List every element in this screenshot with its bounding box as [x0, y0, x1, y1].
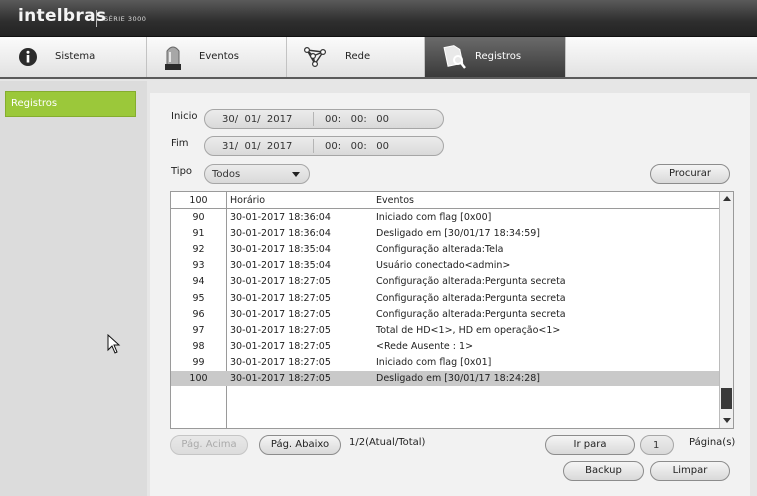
header-events[interactable]: Eventos	[376, 195, 414, 206]
end-label: Fim	[171, 138, 189, 149]
header-divider	[171, 208, 720, 209]
search-document-icon	[443, 45, 466, 69]
log-table: 100 Horário Eventos 90 30-01-2017 18:36:0…	[170, 191, 734, 429]
header-count: 100	[189, 195, 208, 206]
row-number: 94	[192, 276, 205, 288]
page-number-value: 1	[653, 440, 660, 451]
tab-eventos-label: Eventos	[199, 51, 239, 62]
row-event: Usuário conectado<admin>	[376, 260, 511, 272]
row-event: Desligado em [30/01/17 18:34:59]	[376, 228, 540, 240]
row-event: Configuração alterada:Pergunta secreta	[376, 276, 566, 288]
end-datetime-field[interactable]: 31/ 01/ 2017 00: 00: 00	[204, 136, 444, 156]
table-row[interactable]: 98 30-01-2017 18:27:05 <Rede Ausente : 1>	[171, 339, 720, 354]
tab-rede[interactable]: Rede	[287, 37, 425, 77]
row-time: 30-01-2017 18:27:05	[230, 276, 331, 288]
end-time-value[interactable]: 00: 00: 00	[325, 141, 389, 152]
page-suffix: Página(s)	[689, 437, 736, 448]
row-number: 97	[192, 324, 205, 336]
row-time: 30-01-2017 18:27:05	[230, 373, 331, 384]
table-row[interactable]: 90 30-01-2017 18:36:04 Iniciado com flag […	[171, 210, 720, 225]
row-time: 30-01-2017 18:35:04	[230, 260, 331, 272]
scroll-up-icon[interactable]	[723, 196, 731, 201]
row-number: 90	[192, 212, 205, 223]
table-scrollbar[interactable]	[719, 192, 733, 428]
tab-registros[interactable]: Registros	[425, 37, 566, 77]
series-label: SÉRIE 3000	[104, 15, 147, 23]
page-up-button[interactable]: Pág. Acima	[170, 435, 248, 455]
row-event: Total de HD<1>, HD em operação<1>	[376, 324, 561, 336]
row-time: 30-01-2017 18:27:05	[230, 340, 331, 352]
title-bar: intelbras SÉRIE 3000	[0, 0, 757, 37]
network-icon	[303, 46, 327, 68]
row-time: 30-01-2017 18:27:05	[230, 308, 331, 320]
mouse-cursor-icon	[107, 334, 121, 354]
table-row[interactable]: 95 30-01-2017 18:27:05 Configuração altera…	[171, 291, 720, 306]
table-row[interactable]: 99 30-01-2017 18:27:05 Iniciado com flag […	[171, 355, 720, 370]
row-event: Desligado em [30/01/17 18:24:28]	[376, 373, 540, 384]
row-event: Configuração alterada:Pergunta secreta	[376, 292, 566, 304]
page-down-button[interactable]: Pág. Abaixo	[259, 435, 341, 455]
start-time-value[interactable]: 00: 00: 00	[325, 114, 389, 125]
header-time[interactable]: Horário	[230, 195, 265, 206]
tab-sistema-label: Sistema	[55, 51, 96, 62]
type-label: Tipo	[171, 166, 193, 177]
start-date-value[interactable]: 30/ 01/ 2017	[222, 114, 292, 125]
tab-eventos[interactable]: Eventos	[147, 37, 287, 77]
row-number: 95	[192, 292, 205, 304]
page-number-input[interactable]: 1	[640, 435, 674, 455]
row-event: Iniciado com flag [0x01]	[376, 356, 492, 368]
row-event: Iniciado com flag [0x00]	[376, 212, 492, 223]
row-time: 30-01-2017 18:27:05	[230, 324, 331, 336]
table-row[interactable]: 91 30-01-2017 18:36:04 Desligado em [30/01…	[171, 226, 720, 241]
sidebar-item-label: Registros	[11, 98, 58, 109]
table-row[interactable]: 97 30-01-2017 18:27:05 Total de HD<1>, HD …	[171, 323, 720, 338]
row-time: 30-01-2017 18:27:05	[230, 356, 331, 368]
goto-button[interactable]: Ir para	[545, 435, 635, 455]
brand-divider	[96, 10, 97, 27]
table-row[interactable]: 93 30-01-2017 18:35:04 Usuário conectado<a…	[171, 258, 720, 273]
row-number: 96	[192, 308, 205, 320]
row-number: 92	[192, 244, 205, 256]
table-row[interactable]: 94 30-01-2017 18:27:05 Configuração altera…	[171, 274, 720, 289]
type-select[interactable]: Todos	[204, 164, 310, 184]
scroll-thumb[interactable]	[721, 388, 732, 409]
brand-logo: intelbras	[18, 6, 107, 26]
start-label: Inicio	[171, 111, 198, 122]
row-event: Configuração alterada:Pergunta secreta	[376, 308, 566, 320]
page-status: 1/2(Atual/Total)	[349, 437, 426, 448]
alarm-light-icon	[165, 46, 181, 70]
row-time: 30-01-2017 18:27:05	[230, 292, 331, 304]
row-event: <Rede Ausente : 1>	[376, 340, 474, 352]
main-tab-bar: Sistema Eventos Rede Registros	[0, 37, 757, 79]
table-header: 100 Horário Eventos	[171, 193, 720, 208]
clear-button[interactable]: Limpar	[650, 461, 730, 481]
start-datetime-field[interactable]: 30/ 01/ 2017 00: 00: 00	[204, 109, 444, 129]
field-divider	[313, 112, 314, 126]
type-select-value: Todos	[212, 169, 241, 180]
row-number: 93	[192, 260, 205, 272]
table-row[interactable]: 92 30-01-2017 18:35:04 Configuração altera…	[171, 242, 720, 257]
row-number: 98	[192, 340, 205, 352]
tab-rede-label: Rede	[345, 51, 371, 62]
search-button[interactable]: Procurar	[650, 164, 730, 184]
row-time: 30-01-2017 18:35:04	[230, 244, 331, 256]
row-number: 99	[192, 356, 205, 368]
end-date-value[interactable]: 31/ 01/ 2017	[222, 141, 292, 152]
row-number: 91	[192, 228, 205, 240]
table-row[interactable]: 96 30-01-2017 18:27:05 Configuração altera…	[171, 307, 720, 322]
tab-registros-label: Registros	[475, 51, 522, 62]
field-divider	[313, 139, 314, 153]
sidebar-item-registros[interactable]: Registros	[5, 91, 136, 117]
sidebar: Registros	[0, 81, 147, 496]
scroll-down-icon[interactable]	[723, 418, 731, 423]
info-icon	[19, 48, 37, 66]
chevron-down-icon	[292, 172, 300, 177]
row-time: 30-01-2017 18:36:04	[230, 228, 331, 240]
row-time: 30-01-2017 18:36:04	[230, 212, 331, 223]
table-row[interactable]: 100 30-01-2017 18:27:05 Desligado em [30/0…	[171, 371, 720, 386]
tab-sistema[interactable]: Sistema	[0, 37, 147, 77]
row-number: 100	[189, 373, 208, 384]
row-event: Configuração alterada:Tela	[376, 244, 504, 256]
backup-button[interactable]: Backup	[563, 461, 644, 481]
